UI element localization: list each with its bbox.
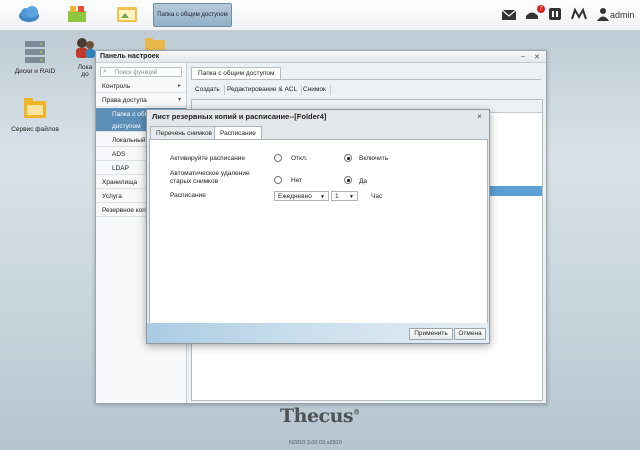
sidebar-item-label: Права доступа xyxy=(102,97,147,104)
sidebar-item-control[interactable]: Контроль ▸ xyxy=(96,80,186,93)
server-status-icon[interactable] xyxy=(547,7,563,21)
activate-schedule-label: Активируйте расписание xyxy=(170,155,246,162)
app-center-icon[interactable] xyxy=(65,3,89,25)
schedule-label: Расписание xyxy=(170,192,206,199)
search-icon: ⌕ xyxy=(103,68,107,75)
create-button[interactable]: Создать xyxy=(191,85,225,95)
cloud-app-icon[interactable] xyxy=(17,3,41,25)
radio-on-label: Включить xyxy=(359,155,389,162)
taskbar-active-app[interactable]: Папка с общим доступом xyxy=(153,3,232,27)
sidebar-item-label: LDAP xyxy=(112,165,129,172)
radio-off[interactable] xyxy=(274,154,282,162)
radio-yes[interactable] xyxy=(344,176,352,184)
snapshot-button[interactable]: Снимок xyxy=(299,85,331,95)
radio-no-label: Нет xyxy=(291,177,303,184)
registered-mark: ® xyxy=(353,407,360,417)
desktop-icon-disks-raid[interactable]: Диски и RAID xyxy=(5,38,65,75)
radio-yes-label: Да xyxy=(359,178,368,185)
file-manager-icon[interactable] xyxy=(115,3,139,25)
sidebar-item-label: Папка с общ xyxy=(112,111,150,118)
frequency-value: Ежедневно xyxy=(278,193,312,200)
sidebar-item-label: Контроль xyxy=(102,83,131,90)
disk-raid-icon xyxy=(25,41,45,63)
notification-badge: 7 xyxy=(537,5,545,13)
chevron-down-icon: ▾ xyxy=(177,97,181,103)
chevron-down-icon: ▼ xyxy=(320,194,325,200)
tab-snapshot-list[interactable]: Перечень снимков xyxy=(150,126,219,140)
chevron-right-icon: ▸ xyxy=(177,83,181,89)
radio-off-label: Откл. xyxy=(291,155,308,162)
apply-button[interactable]: Применить xyxy=(409,328,453,340)
file-service-icon xyxy=(24,98,46,118)
taskbar: Папка с общим доступом 7 admin xyxy=(0,0,640,31)
close-icon[interactable]: × xyxy=(475,112,484,121)
desktop-icon-file-service[interactable]: Сервис файлов xyxy=(5,96,65,133)
hour-select[interactable]: 1 ▼ xyxy=(331,191,358,201)
chevron-down-icon: ▼ xyxy=(349,194,354,200)
frequency-select[interactable]: Ежедневно ▼ xyxy=(274,191,329,201)
monitor-icon[interactable] xyxy=(571,7,587,21)
function-search-input[interactable]: Поиск функций xyxy=(100,67,182,77)
username-label[interactable]: admin xyxy=(610,10,635,20)
radio-no[interactable] xyxy=(274,176,282,184)
sidebar-item-label: Резервное коп xyxy=(102,207,146,214)
edit-acl-button[interactable]: Редактирование & ACL xyxy=(223,85,303,95)
radio-on[interactable] xyxy=(344,154,352,162)
mail-icon[interactable] xyxy=(501,7,517,21)
cancel-button[interactable]: Отмена xyxy=(454,328,486,340)
sidebar-item-label: Локальный xyxy=(112,137,146,144)
sidebar-item-label: ADS xyxy=(112,151,126,158)
sidebar-item-label: доступом xyxy=(112,123,141,130)
close-icon[interactable]: ✕ xyxy=(534,53,540,61)
control-panel-title: Панель настроек xyxy=(96,51,546,63)
auto-delete-label: Автоматическое удаление старых снимков xyxy=(170,170,250,185)
tab-divider xyxy=(191,79,541,80)
thecus-logo: Thecus® xyxy=(280,405,360,427)
logo-text: Thecus xyxy=(280,405,354,427)
hour-unit-label: Час xyxy=(371,193,383,200)
dialog-footer: Применить Отмена xyxy=(147,323,489,343)
snapshot-schedule-dialog: Лист резервных копий и расписание--[Fold… xyxy=(146,109,490,344)
schedule-form: Активируйте расписание Откл. Включить Ав… xyxy=(149,139,488,324)
firmware-version: N2810 3.00.03.a2810 xyxy=(289,440,342,446)
sidebar-item-access-rights[interactable]: Права доступа ▾ xyxy=(96,94,186,107)
hour-value: 1 xyxy=(335,193,339,200)
desktop-icon-label: Диски и RAID xyxy=(14,68,56,75)
minimize-icon[interactable]: – xyxy=(521,53,525,60)
dialog-title: Лист резервных копий и расписание--[Fold… xyxy=(152,112,327,121)
sidebar-item-label: Услуга xyxy=(102,193,122,200)
desktop-icon-label: Сервис файлов xyxy=(11,126,59,133)
user-icon[interactable] xyxy=(595,7,611,21)
sidebar-item-label: Хранилища xyxy=(102,179,138,186)
folder-icon[interactable] xyxy=(145,38,165,50)
